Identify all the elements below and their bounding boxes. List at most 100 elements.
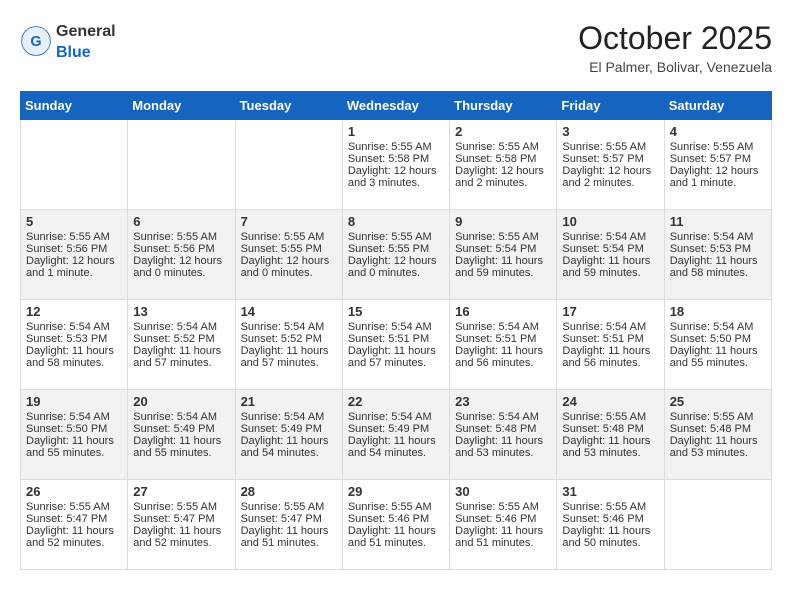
- calendar-cell: 5Sunrise: 5:55 AMSunset: 5:56 PMDaylight…: [21, 210, 128, 300]
- day-info: Daylight: 12 hours and 1 minute.: [26, 255, 122, 279]
- day-number: 25: [670, 394, 766, 409]
- day-info: Daylight: 12 hours and 2 minutes.: [455, 165, 551, 189]
- day-info: Sunset: 5:57 PM: [562, 153, 658, 165]
- day-info: Sunset: 5:51 PM: [455, 333, 551, 345]
- day-number: 10: [562, 214, 658, 229]
- day-info: Daylight: 12 hours and 1 minute.: [670, 165, 766, 189]
- weekday-header-friday: Friday: [557, 92, 664, 120]
- day-info: Sunrise: 5:54 AM: [241, 411, 337, 423]
- calendar-week-row: 19Sunrise: 5:54 AMSunset: 5:50 PMDayligh…: [21, 390, 772, 480]
- calendar-cell: 27Sunrise: 5:55 AMSunset: 5:47 PMDayligh…: [128, 480, 235, 570]
- day-info: Sunrise: 5:54 AM: [133, 321, 229, 333]
- day-number: 19: [26, 394, 122, 409]
- day-info: Sunrise: 5:55 AM: [562, 411, 658, 423]
- day-info: Sunrise: 5:54 AM: [670, 231, 766, 243]
- day-info: Sunrise: 5:55 AM: [348, 141, 444, 153]
- day-info: Sunrise: 5:55 AM: [26, 231, 122, 243]
- day-info: Daylight: 11 hours and 58 minutes.: [26, 345, 122, 369]
- day-info: Sunrise: 5:54 AM: [455, 411, 551, 423]
- day-info: Sunset: 5:58 PM: [455, 153, 551, 165]
- day-info: Sunset: 5:48 PM: [455, 423, 551, 435]
- day-info: Daylight: 11 hours and 52 minutes.: [26, 525, 122, 549]
- day-info: Sunset: 5:51 PM: [348, 333, 444, 345]
- calendar-cell: 2 Sunrise: 5:55 AMSunset: 5:58 PMDaylight…: [450, 120, 557, 210]
- calendar-cell: 30Sunrise: 5:55 AMSunset: 5:46 PMDayligh…: [450, 480, 557, 570]
- logo: G General Blue: [20, 20, 116, 62]
- calendar-week-row: 12Sunrise: 5:54 AMSunset: 5:53 PMDayligh…: [21, 300, 772, 390]
- day-info: Daylight: 11 hours and 55 minutes.: [133, 435, 229, 459]
- calendar-cell: 11Sunrise: 5:54 AMSunset: 5:53 PMDayligh…: [664, 210, 771, 300]
- day-info: Sunset: 5:53 PM: [26, 333, 122, 345]
- day-info: Daylight: 12 hours and 0 minutes.: [241, 255, 337, 279]
- day-number: 12: [26, 304, 122, 319]
- calendar-cell: 25Sunrise: 5:55 AMSunset: 5:48 PMDayligh…: [664, 390, 771, 480]
- day-info: Sunrise: 5:54 AM: [348, 411, 444, 423]
- day-info: Daylight: 11 hours and 51 minutes.: [348, 525, 444, 549]
- day-info: Daylight: 11 hours and 57 minutes.: [241, 345, 337, 369]
- day-info: Sunrise: 5:54 AM: [670, 321, 766, 333]
- day-number: 26: [26, 484, 122, 499]
- calendar-cell: 14Sunrise: 5:54 AMSunset: 5:52 PMDayligh…: [235, 300, 342, 390]
- day-info: Sunrise: 5:55 AM: [241, 501, 337, 513]
- day-info: Sunset: 5:57 PM: [670, 153, 766, 165]
- day-number: 1: [348, 124, 444, 139]
- day-info: Sunset: 5:48 PM: [670, 423, 766, 435]
- day-info: Sunrise: 5:55 AM: [133, 231, 229, 243]
- calendar-cell: 12Sunrise: 5:54 AMSunset: 5:53 PMDayligh…: [21, 300, 128, 390]
- day-number: 14: [241, 304, 337, 319]
- day-info: Sunset: 5:55 PM: [241, 243, 337, 255]
- calendar-cell: 6Sunrise: 5:55 AMSunset: 5:56 PMDaylight…: [128, 210, 235, 300]
- day-info: Sunrise: 5:55 AM: [562, 501, 658, 513]
- day-info: Daylight: 11 hours and 57 minutes.: [133, 345, 229, 369]
- weekday-header-tuesday: Tuesday: [235, 92, 342, 120]
- day-info: Daylight: 11 hours and 55 minutes.: [26, 435, 122, 459]
- day-number: 24: [562, 394, 658, 409]
- day-info: Sunset: 5:49 PM: [348, 423, 444, 435]
- day-number: 2: [455, 124, 551, 139]
- calendar-cell: [235, 120, 342, 210]
- day-info: Sunrise: 5:55 AM: [670, 141, 766, 153]
- calendar-cell: 10Sunrise: 5:54 AMSunset: 5:54 PMDayligh…: [557, 210, 664, 300]
- day-info: Sunset: 5:49 PM: [241, 423, 337, 435]
- day-info: Daylight: 11 hours and 56 minutes.: [562, 345, 658, 369]
- day-number: 13: [133, 304, 229, 319]
- calendar-cell: 18Sunrise: 5:54 AMSunset: 5:50 PMDayligh…: [664, 300, 771, 390]
- day-info: Sunrise: 5:55 AM: [26, 501, 122, 513]
- day-info: Sunrise: 5:55 AM: [348, 501, 444, 513]
- calendar-cell: 13Sunrise: 5:54 AMSunset: 5:52 PMDayligh…: [128, 300, 235, 390]
- day-info: Sunrise: 5:54 AM: [562, 231, 658, 243]
- day-info: Sunrise: 5:55 AM: [133, 501, 229, 513]
- day-number: 9: [455, 214, 551, 229]
- calendar-cell: 4Sunrise: 5:55 AMSunset: 5:57 PMDaylight…: [664, 120, 771, 210]
- calendar-cell: 19Sunrise: 5:54 AMSunset: 5:50 PMDayligh…: [21, 390, 128, 480]
- weekday-header-sunday: Sunday: [21, 92, 128, 120]
- day-info: Sunrise: 5:54 AM: [562, 321, 658, 333]
- page-header: G General Blue October 2025 El Palmer, B…: [20, 20, 772, 75]
- title-block: October 2025 El Palmer, Bolivar, Venezue…: [578, 20, 772, 75]
- day-info: Daylight: 11 hours and 53 minutes.: [562, 435, 658, 459]
- logo-icon: G: [20, 25, 52, 57]
- day-number: 18: [670, 304, 766, 319]
- day-info: Sunset: 5:46 PM: [348, 513, 444, 525]
- day-info: Sunrise: 5:54 AM: [455, 321, 551, 333]
- day-info: Daylight: 11 hours and 51 minutes.: [455, 525, 551, 549]
- day-info: Sunrise: 5:55 AM: [455, 141, 551, 153]
- calendar-table: SundayMondayTuesdayWednesdayThursdayFrid…: [20, 91, 772, 570]
- calendar-cell: 29Sunrise: 5:55 AMSunset: 5:46 PMDayligh…: [342, 480, 449, 570]
- day-info: Daylight: 11 hours and 53 minutes.: [455, 435, 551, 459]
- day-info: Sunrise: 5:55 AM: [348, 231, 444, 243]
- day-number: 30: [455, 484, 551, 499]
- calendar-week-row: 1Sunrise: 5:55 AMSunset: 5:58 PMDaylight…: [21, 120, 772, 210]
- calendar-cell: 9Sunrise: 5:55 AMSunset: 5:54 PMDaylight…: [450, 210, 557, 300]
- day-number: 23: [455, 394, 551, 409]
- logo-general-text: General: [56, 23, 116, 40]
- day-info: Daylight: 11 hours and 57 minutes.: [348, 345, 444, 369]
- day-info: Sunset: 5:46 PM: [562, 513, 658, 525]
- calendar-week-row: 26Sunrise: 5:55 AMSunset: 5:47 PMDayligh…: [21, 480, 772, 570]
- calendar-cell: 21Sunrise: 5:54 AMSunset: 5:49 PMDayligh…: [235, 390, 342, 480]
- day-number: 31: [562, 484, 658, 499]
- day-info: Sunrise: 5:55 AM: [455, 501, 551, 513]
- logo-blue-text: Blue: [56, 44, 91, 61]
- weekday-header-wednesday: Wednesday: [342, 92, 449, 120]
- day-info: Daylight: 11 hours and 54 minutes.: [348, 435, 444, 459]
